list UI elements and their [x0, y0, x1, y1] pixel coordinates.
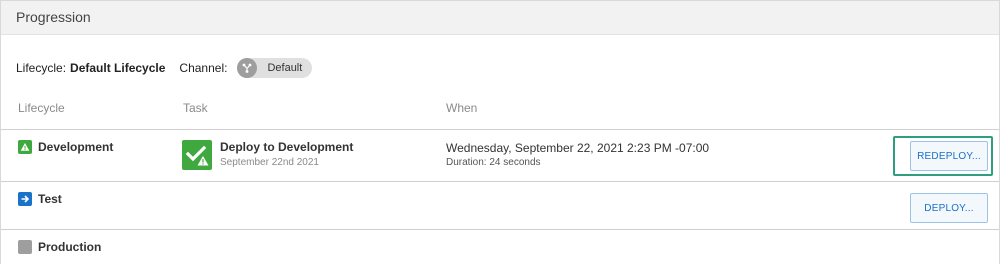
panel-header: Progression: [1, 1, 999, 35]
deploy-button[interactable]: DEPLOY...: [910, 193, 988, 223]
lifecycle-channel-info: Lifecycle: Default Lifecycle Channel: De…: [16, 58, 313, 78]
task-date: September 22nd 2021: [220, 157, 319, 168]
warning-icon: [18, 140, 32, 154]
square-icon: [18, 240, 32, 254]
column-header-when: When: [446, 101, 478, 115]
deployment-duration: Duration: 24 seconds: [446, 157, 541, 168]
arrow-right-icon: [18, 192, 32, 206]
task-deploy-development[interactable]: Deploy to Development September 22nd 202…: [182, 140, 353, 170]
phase-test: Test: [18, 192, 62, 206]
lifecycle-label: Lifecycle:: [16, 61, 67, 75]
column-header-lifecycle: Lifecycle: [18, 101, 65, 115]
channel-label: Channel:: [179, 61, 228, 75]
phase-row-test: Test: [1, 181, 999, 229]
phase-label: Production: [38, 240, 102, 254]
phase-label: Development: [38, 140, 114, 154]
deployment-timestamp: Wednesday, September 22, 2021 2:23 PM -0…: [446, 141, 710, 155]
redeploy-button[interactable]: REDEPLOY...: [910, 141, 988, 171]
deployment-time: Wednesday, September 22, 2021 2:23 PM -0…: [446, 141, 709, 168]
phase-label: Test: [38, 192, 62, 206]
phase-row-development: Development Deploy to Development Septem…: [1, 129, 999, 181]
phase-development: Development: [18, 140, 113, 154]
task-name[interactable]: Deploy to Development: [220, 140, 353, 154]
panel-title: Progression: [16, 9, 91, 25]
column-header-task: Task: [183, 101, 208, 115]
progression-panel: Progression Lifecycle: Default Lifecycle…: [0, 0, 1000, 264]
check-warning-icon: [182, 140, 212, 170]
channel-fork-icon: [237, 58, 258, 78]
lifecycle-value: Default Lifecycle: [70, 61, 166, 75]
channel-chip[interactable]: Default: [237, 58, 313, 78]
channel-value: Default: [267, 62, 303, 74]
phase-row-production: Production: [1, 229, 999, 265]
phase-production: Production: [18, 240, 101, 254]
